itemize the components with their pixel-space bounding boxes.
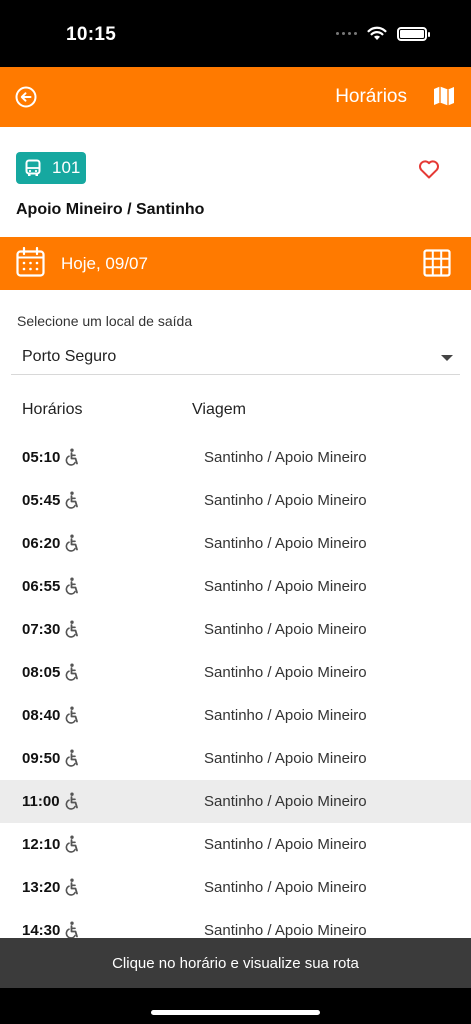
table-row[interactable]: 07:30 Santinho / Apoio Mineiro [0, 608, 471, 651]
battery-icon [397, 26, 430, 41]
trip-name[interactable]: Santinho / Apoio Mineiro [204, 793, 367, 810]
wheelchair-icon [63, 620, 79, 638]
trip-name[interactable]: Santinho / Apoio Mineiro [204, 449, 367, 466]
table-row[interactable]: 11:00 Santinho / Apoio Mineiro [0, 780, 471, 823]
departure-select[interactable]: Porto Seguro [11, 335, 460, 375]
wheelchair-icon [63, 835, 79, 853]
trip-name[interactable]: Santinho / Apoio Mineiro [204, 879, 367, 896]
table-row[interactable]: 13:20 Santinho / Apoio Mineiro [0, 866, 471, 909]
table-row[interactable]: 12:10 Santinho / Apoio Mineiro [0, 823, 471, 866]
table-row[interactable]: 14:30 Santinho / Apoio Mineiro [0, 909, 471, 938]
table-row[interactable]: 05:45 Santinho / Apoio Mineiro [0, 479, 471, 522]
departure-time[interactable]: 05:10 [22, 449, 60, 466]
wheelchair-icon [63, 534, 79, 552]
departure-time[interactable]: 06:20 [22, 535, 60, 552]
trip-name[interactable]: Santinho / Apoio Mineiro [204, 492, 367, 509]
wheelchair-icon [63, 749, 79, 767]
wheelchair-icon [63, 921, 79, 938]
column-header-trip: Viagem [192, 401, 246, 418]
grid-icon[interactable] [423, 249, 451, 277]
page-title: Horários [335, 86, 407, 107]
departure-time[interactable]: 08:05 [22, 664, 60, 681]
map-icon[interactable] [433, 85, 455, 107]
departure-time[interactable]: 13:20 [22, 879, 60, 896]
route-number: 101 [52, 158, 81, 177]
departure-label: Selecione um local de saída [17, 313, 193, 329]
status-icons [336, 26, 430, 41]
trip-name[interactable]: Santinho / Apoio Mineiro [204, 621, 367, 638]
schedule-list: 05:10 Santinho / Apoio Mineiro 05:45 Santin… [0, 436, 471, 938]
route-name: Apoio Mineiro / Santinho [16, 201, 205, 218]
departure-time[interactable]: 07:30 [22, 621, 60, 638]
chevron-down-icon[interactable] [441, 355, 453, 361]
trip-name[interactable]: Santinho / Apoio Mineiro [204, 664, 367, 681]
departure-value[interactable]: Porto Seguro [22, 348, 116, 366]
departure-time[interactable]: 14:30 [22, 922, 60, 938]
calendar-icon[interactable] [16, 247, 45, 277]
departure-time[interactable]: 09:50 [22, 750, 60, 767]
back-icon[interactable] [14, 85, 38, 109]
table-row[interactable]: 08:40 Santinho / Apoio Mineiro [0, 694, 471, 737]
wheelchair-icon [63, 706, 79, 724]
trip-name[interactable]: Santinho / Apoio Mineiro [204, 922, 367, 938]
wifi-icon [367, 26, 387, 40]
trip-name[interactable]: Santinho / Apoio Mineiro [204, 750, 367, 767]
home-indicator[interactable] [151, 1010, 320, 1015]
column-header-time: Horários [22, 401, 83, 418]
status-bar: 10:15 [0, 0, 471, 67]
bus-icon [25, 159, 41, 176]
date-bar[interactable]: Hoje, 09/07 [0, 237, 471, 290]
wheelchair-icon [63, 663, 79, 681]
hint-toast: Clique no horário e visualize sua rota [0, 938, 471, 988]
heart-icon[interactable] [417, 157, 441, 181]
wheelchair-icon [63, 878, 79, 896]
route-section: 101 Apoio Mineiro / Santinho [0, 127, 471, 237]
table-row[interactable]: 08:05 Santinho / Apoio Mineiro [0, 651, 471, 694]
departure-time[interactable]: 08:40 [22, 707, 60, 724]
table-row[interactable]: 09:50 Santinho / Apoio Mineiro [0, 737, 471, 780]
route-badge: 101 [16, 152, 86, 184]
wheelchair-icon [63, 792, 79, 810]
table-row[interactable]: 06:55 Santinho / Apoio Mineiro [0, 565, 471, 608]
trip-name[interactable]: Santinho / Apoio Mineiro [204, 707, 367, 724]
trip-name[interactable]: Santinho / Apoio Mineiro [204, 836, 367, 853]
departure-time[interactable]: 12:10 [22, 836, 60, 853]
date-label[interactable]: Hoje, 09/07 [61, 254, 148, 274]
wheelchair-icon [63, 448, 79, 466]
table-row[interactable]: 05:10 Santinho / Apoio Mineiro [0, 436, 471, 479]
app-header: Horários [0, 67, 471, 127]
table-row[interactable]: 06:20 Santinho / Apoio Mineiro [0, 522, 471, 565]
departure-time[interactable]: 05:45 [22, 492, 60, 509]
wheelchair-icon [63, 577, 79, 595]
trip-name[interactable]: Santinho / Apoio Mineiro [204, 535, 367, 552]
departure-time[interactable]: 06:55 [22, 578, 60, 595]
home-area [0, 988, 471, 1024]
wheelchair-icon [63, 491, 79, 509]
status-time: 10:15 [66, 24, 117, 45]
signal-icon [336, 32, 357, 35]
trip-name[interactable]: Santinho / Apoio Mineiro [204, 578, 367, 595]
departure-time[interactable]: 11:00 [22, 793, 60, 810]
